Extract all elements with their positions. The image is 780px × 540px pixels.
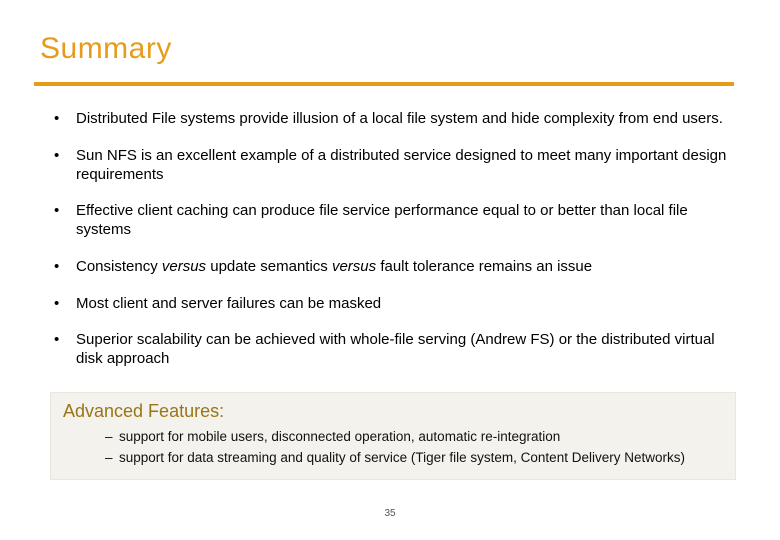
bullet-item: Consistency versus update semantics vers…: [50, 258, 740, 277]
advanced-item: support for mobile users, disconnected o…: [105, 428, 727, 446]
slide: Summary Distributed File systems provide…: [0, 0, 780, 540]
advanced-list: support for mobile users, disconnected o…: [59, 428, 727, 466]
bullet-text: Sun NFS is an excellent example of a dis…: [76, 147, 726, 183]
bullet-text: Effective client caching can produce fil…: [76, 202, 688, 238]
bullet-text: Distributed File systems provide illusio…: [76, 110, 723, 127]
bullet-item: Sun NFS is an excellent example of a dis…: [50, 147, 740, 185]
bullet-item: Distributed File systems provide illusio…: [50, 110, 740, 129]
bullet-text-italic: versus: [332, 258, 376, 275]
bullet-text-italic: versus: [162, 258, 206, 275]
advanced-item: support for data streaming and quality o…: [105, 449, 727, 467]
slide-title: Summary: [40, 32, 172, 66]
bullet-text-part: fault tolerance remains an issue: [376, 258, 592, 275]
bullet-item: Most client and server failures can be m…: [50, 295, 740, 314]
bullet-item: Effective client caching can produce fil…: [50, 202, 740, 240]
advanced-heading: Advanced Features:: [63, 401, 727, 422]
advanced-text: support for data streaming and quality o…: [119, 450, 685, 465]
bullet-item: Superior scalability can be achieved wit…: [50, 331, 740, 369]
bullet-text: Superior scalability can be achieved wit…: [76, 331, 715, 367]
advanced-text: support for mobile users, disconnected o…: [119, 429, 560, 444]
page-number: 35: [0, 508, 780, 519]
bullet-text: Most client and server failures can be m…: [76, 295, 381, 312]
advanced-features-box: Advanced Features: support for mobile us…: [50, 392, 736, 480]
title-underline: [34, 82, 734, 86]
bullet-text-part: update semantics: [206, 258, 332, 275]
bullet-text-part: Consistency: [76, 258, 162, 275]
bullet-list: Distributed File systems provide illusio…: [50, 110, 740, 387]
